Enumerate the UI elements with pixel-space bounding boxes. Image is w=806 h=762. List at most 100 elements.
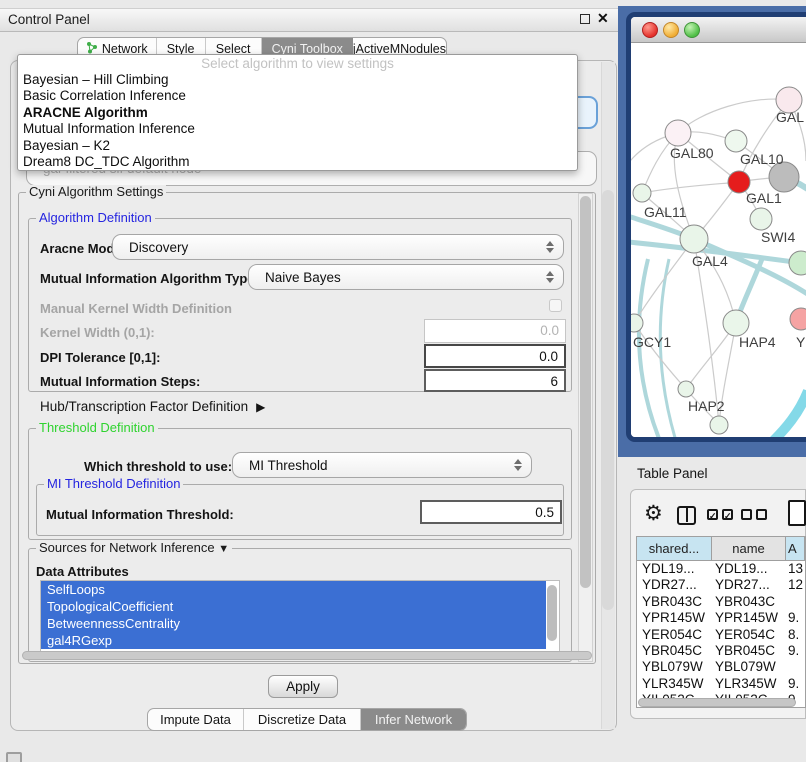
- table-cell[interactable]: YER054C: [637, 627, 712, 643]
- table-cell[interactable]: [786, 659, 805, 675]
- table-cell[interactable]: YBR043C: [712, 594, 786, 610]
- unselect-all-columns-icon[interactable]: [741, 509, 767, 520]
- tab-discretize-data[interactable]: Discretize Data: [244, 709, 361, 730]
- table-cell[interactable]: 9.: [786, 610, 805, 626]
- manual-kernel-checkbox[interactable]: [549, 299, 562, 312]
- column-header[interactable]: A: [786, 537, 805, 560]
- apply-button[interactable]: Apply: [268, 675, 338, 698]
- algorithm-option[interactable]: Bayesian – Hill Climbing: [18, 72, 577, 88]
- columns-icon[interactable]: [677, 506, 696, 525]
- spinner-arrows-icon: [546, 241, 554, 253]
- table-cell[interactable]: YER054C: [712, 627, 786, 643]
- table-cell[interactable]: 9.: [786, 643, 805, 659]
- select-all-columns-icon[interactable]: ✓ ✓: [707, 509, 733, 520]
- node-label: GAL10: [740, 151, 784, 167]
- list-scrollbar-thumb[interactable]: [547, 585, 557, 641]
- tab-label: Discretize Data: [258, 712, 346, 727]
- list-item[interactable]: SelfLoops: [41, 581, 546, 598]
- table-cell[interactable]: YPR145W: [712, 610, 786, 626]
- table-cell[interactable]: 13: [786, 561, 805, 577]
- settings-scrollbar-thumb[interactable]: [580, 196, 591, 588]
- list-item[interactable]: TopologicalCoefficient: [41, 598, 546, 615]
- table-row[interactable]: YER054CYER054C8.: [637, 627, 805, 643]
- dpi-tolerance-field[interactable]: 0.0: [424, 344, 566, 368]
- table-cell[interactable]: YLR345W: [712, 676, 786, 692]
- close-icon[interactable]: ✕: [597, 10, 609, 27]
- table-cell[interactable]: YPR145W: [637, 610, 712, 626]
- node-gal80[interactable]: [665, 120, 691, 146]
- table-hscrollbar[interactable]: [638, 698, 796, 707]
- zoom-window-icon[interactable]: [684, 22, 700, 38]
- network-canvas[interactable]: GAL GAL80 GAL10 GAL1 GAL11 SWI4 GAL4 GCY…: [631, 43, 806, 437]
- node-swi4[interactable]: [750, 208, 772, 230]
- mi-type-label: Mutual Information Algorithm Type:: [40, 271, 259, 286]
- mi-steps-field[interactable]: 6: [424, 369, 566, 392]
- gear-icon[interactable]: ⚙: [644, 501, 663, 526]
- algorithm-option[interactable]: Mutual Information Inference: [18, 121, 577, 137]
- table-row[interactable]: YPR145WYPR145W9.: [637, 610, 805, 626]
- algorithm-option[interactable]: Basic Correlation Inference: [18, 88, 577, 104]
- column-header[interactable]: shared...: [637, 537, 712, 560]
- table-cell[interactable]: YBL079W: [712, 659, 786, 675]
- list-item[interactable]: gal4RGexp: [41, 632, 546, 649]
- settings-group-title: Cyni Algorithm Settings: [26, 185, 166, 199]
- settings-hscrollbar[interactable]: [22, 651, 592, 660]
- hub-tf-definition-toggle[interactable]: Hub/Transcription Factor Definition ▶: [40, 399, 265, 414]
- minimized-panel-icon[interactable]: [6, 752, 22, 762]
- algorithm-option[interactable]: Bayesian – K2: [18, 138, 577, 154]
- list-item[interactable]: BetweennessCentrality: [41, 615, 546, 632]
- table-cell[interactable]: YLR345W: [637, 676, 712, 692]
- minimize-window-icon[interactable]: [663, 22, 679, 38]
- new-table-icon[interactable]: [788, 500, 806, 526]
- which-threshold-combo[interactable]: MI Threshold: [232, 452, 532, 478]
- inference-algorithm-combo-fragment[interactable]: [578, 96, 598, 129]
- table-row[interactable]: YBR045CYBR045C9.: [637, 643, 805, 659]
- mi-threshold-label: Mutual Information Threshold:: [46, 507, 234, 522]
- spinner-arrows-icon: [546, 271, 554, 283]
- float-panel-icon[interactable]: [580, 14, 590, 24]
- aracne-mode-combo[interactable]: Discovery: [112, 234, 564, 260]
- table-cell[interactable]: YBR043C: [637, 594, 712, 610]
- node-label: GAL11: [644, 204, 687, 220]
- sources-group-title[interactable]: Sources for Network Inference ▼: [36, 541, 232, 556]
- algorithm-definition-title: Algorithm Definition: [36, 211, 155, 225]
- node-gal11[interactable]: [633, 184, 651, 202]
- column-header[interactable]: name: [712, 537, 786, 560]
- node-gal10[interactable]: [725, 130, 747, 152]
- kernel-width-field[interactable]: 0.0: [424, 319, 566, 343]
- table-row[interactable]: YDR27...YDR27...12: [637, 577, 805, 593]
- table-row[interactable]: YBR043CYBR043C: [637, 594, 805, 610]
- panel-scrollbar-thumb[interactable]: [602, 190, 614, 610]
- node-label: GAL80: [670, 145, 714, 161]
- algorithm-option[interactable]: Dream8 DC_TDC Algorithm: [18, 154, 577, 170]
- close-window-icon[interactable]: [642, 22, 658, 38]
- algorithm-option-selected[interactable]: ARACNE Algorithm: [18, 105, 577, 121]
- tab-infer-network[interactable]: Infer Network: [361, 709, 466, 730]
- table-cell[interactable]: YBR045C: [712, 643, 786, 659]
- table-cell[interactable]: YBL079W: [637, 659, 712, 675]
- node-right-green[interactable]: [789, 251, 806, 275]
- table-row[interactable]: YDL19...YDL19...13: [637, 561, 805, 577]
- table-cell[interactable]: YDL19...: [637, 561, 712, 577]
- mi-threshold-field[interactable]: 0.5: [420, 500, 562, 524]
- tab-impute-data[interactable]: Impute Data: [148, 709, 244, 730]
- table-row[interactable]: YLR345WYLR345W9.: [637, 676, 805, 692]
- table-cell[interactable]: YDR27...: [637, 577, 712, 593]
- checked-box-icon: ✓: [707, 509, 718, 520]
- node-salmon[interactable]: [790, 308, 806, 330]
- table-row[interactable]: YBL079WYBL079W: [637, 659, 805, 675]
- node-hap4[interactable]: [723, 310, 749, 336]
- table-cell[interactable]: YBR045C: [637, 643, 712, 659]
- mi-type-combo[interactable]: Naive Bayes: [248, 264, 564, 290]
- table-cell[interactable]: 8.: [786, 627, 805, 643]
- node-gal4[interactable]: [680, 225, 708, 253]
- node-hap2[interactable]: [678, 381, 694, 397]
- collapsed-arrow-icon: ▶: [256, 400, 265, 414]
- table-cell[interactable]: 12: [786, 577, 805, 593]
- table-cell[interactable]: YDR27...: [712, 577, 786, 593]
- node-bottom[interactable]: [710, 416, 728, 434]
- network-window-titlebar[interactable]: [631, 17, 806, 43]
- table-cell[interactable]: YDL19...: [712, 561, 786, 577]
- table-cell[interactable]: 9.: [786, 676, 805, 692]
- table-cell[interactable]: [786, 594, 805, 610]
